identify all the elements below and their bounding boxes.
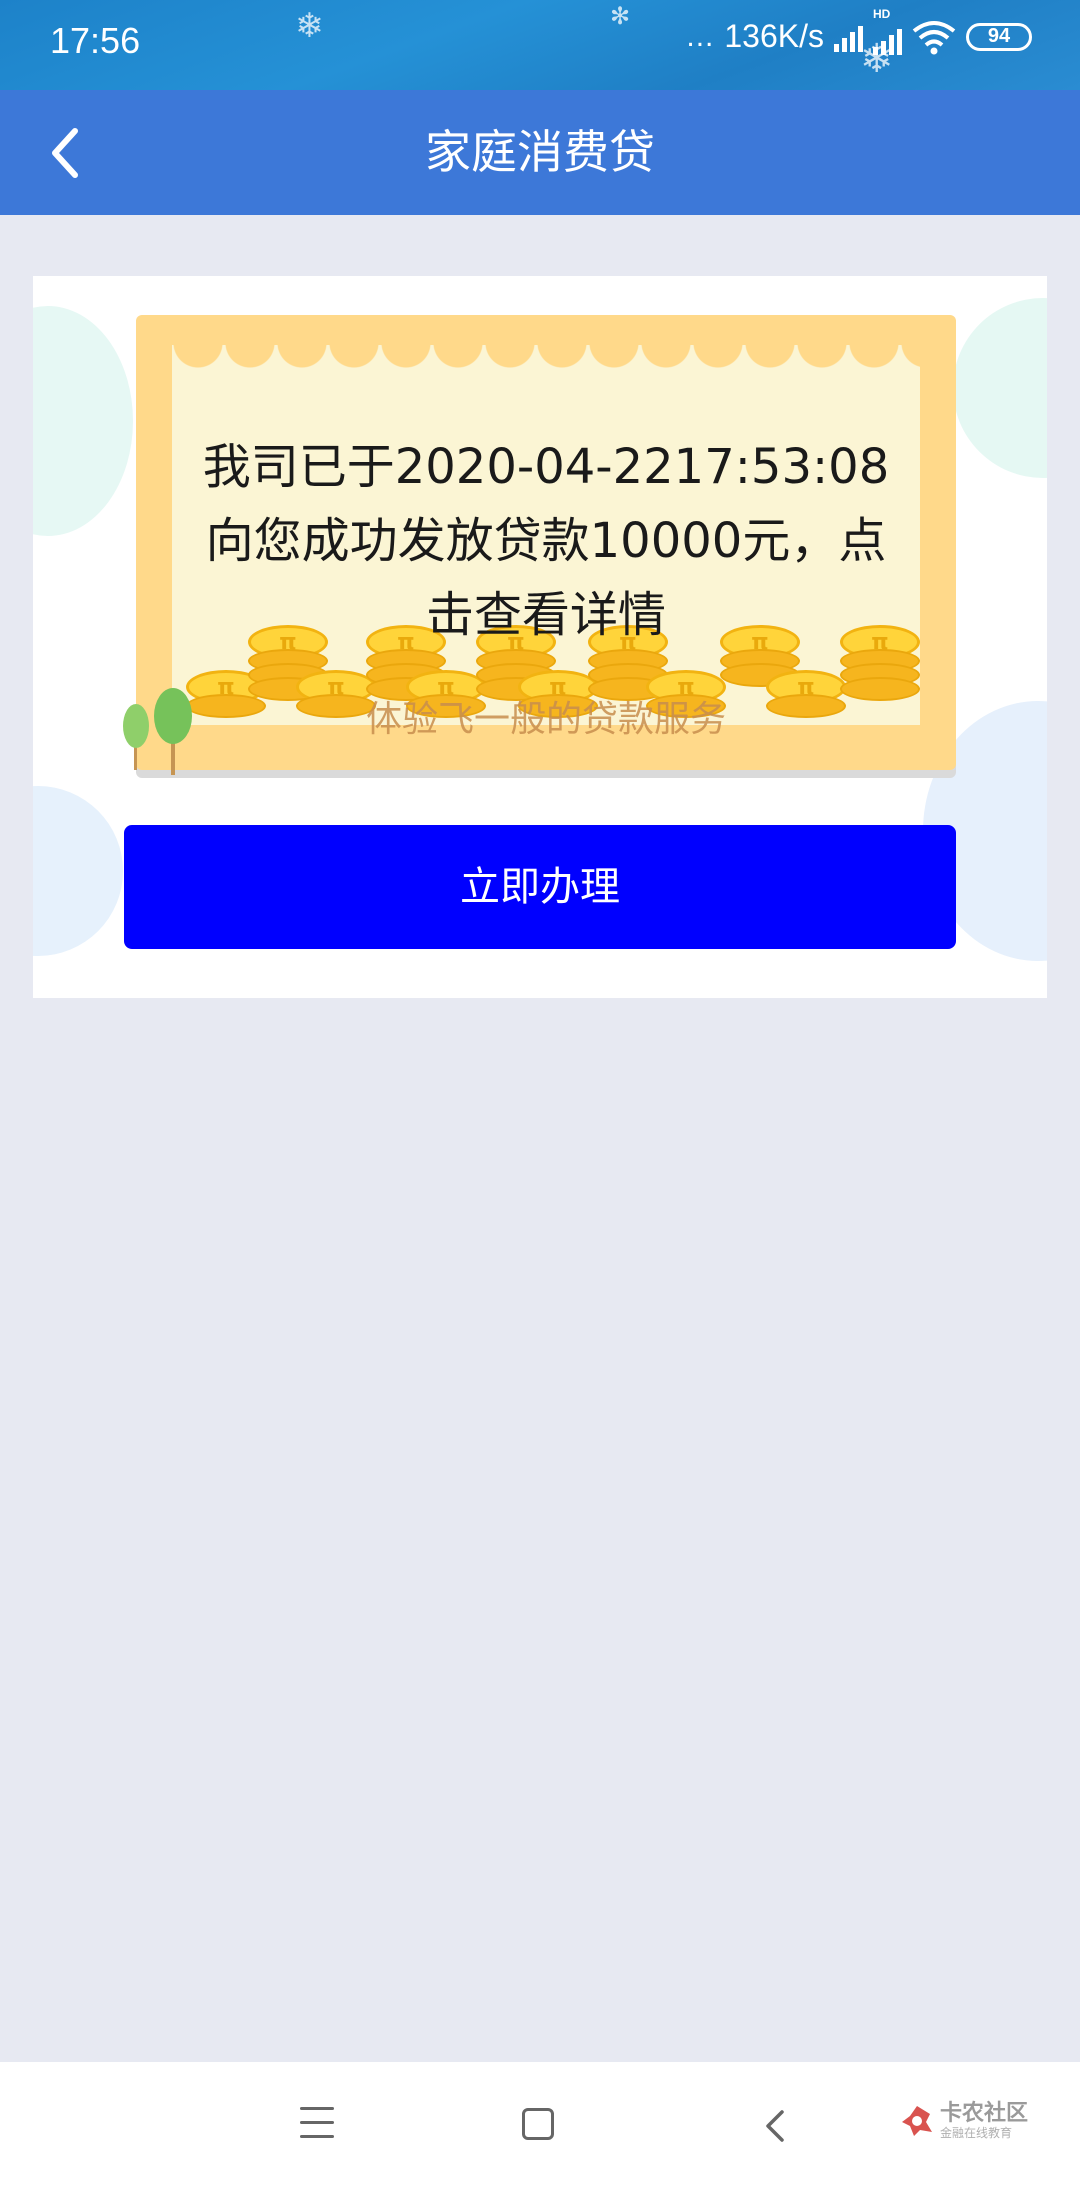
- home-square-icon[interactable]: [522, 2108, 554, 2140]
- more-dots: ...: [686, 19, 715, 53]
- back-chevron-icon[interactable]: [756, 2106, 796, 2146]
- decor-circle: [33, 306, 133, 536]
- header: 家庭消费贷: [0, 90, 1080, 215]
- system-nav-bar: 卡农社区 金融在线教育: [0, 2062, 1080, 2190]
- banner-message: 我司已于2020-04-2217:53:08向您成功发放贷款10000元，点击查…: [202, 439, 890, 643]
- apply-now-button[interactable]: 立即办理: [124, 825, 956, 949]
- banner-scallop-edge: [172, 343, 920, 381]
- wifi-icon: [912, 20, 956, 54]
- watermark-logo: 卡农社区 金融在线教育: [900, 2102, 1028, 2140]
- network-speed: 136K/s: [724, 18, 824, 54]
- page-title: 家庭消费贷: [425, 125, 655, 179]
- snowflake-icon: ✻: [610, 2, 631, 30]
- signal-icon: [834, 22, 863, 52]
- hd-signal-icon: HD: [873, 7, 902, 55]
- community-logo-icon: [902, 2106, 932, 2136]
- status-bar: ❄ ✻ ❄ 17:56 ... 136K/s HD 94: [0, 0, 1080, 90]
- watermark-name: 卡农社区: [940, 2101, 1029, 2126]
- loan-banner[interactable]: π π π π π π π π π π π π 我司已于2020-04-2217…: [123, 315, 956, 775]
- card-divider: [33, 998, 1047, 1020]
- menu-icon[interactable]: [300, 2107, 334, 2141]
- tree-icon: [123, 688, 192, 775]
- decor-circle: [953, 298, 1047, 478]
- status-time: 17:56: [50, 20, 141, 61]
- watermark-subtitle: 金融在线教育: [940, 2126, 1013, 2140]
- status-icons: ... 136K/s HD 94: [686, 7, 1032, 55]
- snowflake-icon: ❄: [295, 6, 324, 46]
- battery-icon: 94: [966, 22, 1032, 51]
- banner-subtitle: 体验飞一般的贷款服务: [365, 699, 726, 740]
- decor-circle: [33, 786, 123, 956]
- card-divider: [33, 256, 1047, 276]
